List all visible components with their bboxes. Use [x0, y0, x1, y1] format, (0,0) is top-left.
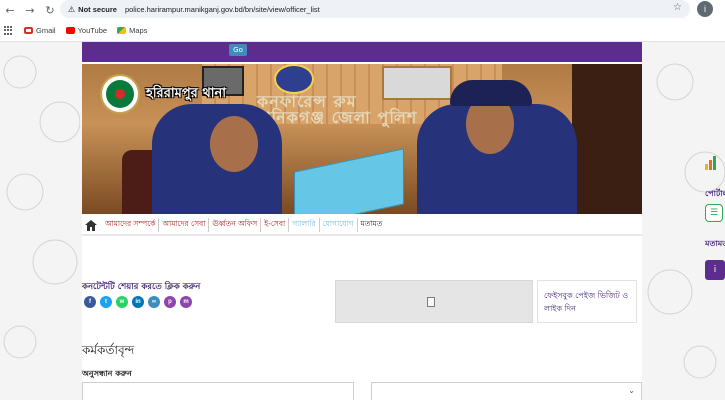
document-folder — [294, 148, 404, 214]
side-portal-label[interactable]: পোর্টাল — [705, 188, 725, 201]
share-title: কনটেন্টটি শেয়ার করতে ক্লিক করুন — [82, 282, 201, 292]
banner-sign-text: কনফারেন্স রুম মানিকগঞ্জ জেলা পুলিশ — [257, 92, 418, 127]
side-feedback-label[interactable]: মতামত — [705, 238, 725, 251]
profile-avatar[interactable]: i — [697, 1, 713, 17]
link-share-icon[interactable]: ∞ — [148, 296, 160, 308]
menu-item-higher-office[interactable]: ঊর্ধ্বতন অফিস — [209, 218, 262, 232]
police-crest — [274, 64, 314, 94]
chat-icon[interactable]: ☰ — [705, 204, 723, 222]
page-viewport: Go কনফারেন্স রুম মানিকগঞ্জ জেলা পুলিশ হর… — [0, 42, 725, 400]
home-icon[interactable] — [82, 216, 100, 234]
bookmarks-bar: Gmail YouTube Maps — [0, 20, 725, 42]
share-icons: f t w in ∞ p m — [84, 296, 196, 308]
facebook-page-embed[interactable] — [335, 280, 533, 323]
site-top-bar: Go — [82, 42, 642, 62]
print-share-icon[interactable]: p — [164, 296, 176, 308]
main-menu: আমাদের সম্পর্কে আমাদের সেবা ঊর্ধ্বতন অফি… — [82, 216, 642, 236]
youtube-icon — [65, 27, 75, 34]
bookmark-maps[interactable]: Maps — [117, 26, 147, 35]
info-icon[interactable]: i — [705, 260, 725, 280]
url-text[interactable]: police.harirampur.manikganj.gov.bd/bn/si… — [125, 5, 320, 14]
whatsapp-share-icon[interactable]: w — [116, 296, 128, 308]
bookmark-label: Maps — [129, 26, 148, 35]
reload-icon[interactable]: ↻ — [40, 0, 60, 20]
site-title: হরিরামপুর থানা — [146, 86, 227, 101]
facebook-share-icon[interactable]: f — [84, 296, 96, 308]
menu-item-services[interactable]: আমাদের সেবা — [159, 218, 210, 232]
site-banner: কনফারেন্স রুম মানিকগঞ্জ জেলা পুলিশ হরিরা… — [82, 64, 642, 214]
page-title: কর্মকর্তাবৃন্দ — [82, 343, 135, 357]
bookmark-star-icon[interactable]: ☆ — [673, 2, 682, 13]
menu-item-gallery[interactable]: গ্যালারি — [289, 218, 320, 232]
forward-icon[interactable]: → — [20, 0, 40, 20]
bookmark-gmail[interactable]: Gmail — [24, 26, 56, 35]
officer-cap — [450, 80, 532, 106]
warning-icon[interactable]: ⚠ — [68, 5, 75, 14]
security-label[interactable]: Not secure — [78, 5, 117, 14]
main-content: Go কনফারেন্স রুম মানিকগঞ্জ জেলা পুলিশ হর… — [82, 42, 642, 400]
government-logo[interactable] — [100, 74, 140, 114]
document-icon — [427, 297, 435, 307]
apps-grid-icon[interactable] — [4, 25, 14, 36]
filter-select[interactable]: ⌄ — [371, 382, 642, 400]
search-label: অনুসন্ধান করুন — [82, 369, 132, 378]
facebook-visit-link[interactable]: ফেইসবুক পেইজ ভিজিট ও লাইক দিন — [537, 280, 637, 323]
decorative-pattern-left — [3, 55, 80, 359]
menu-item-e-service[interactable]: ই-সেবা — [261, 218, 290, 232]
banner-wall-dark — [572, 64, 642, 214]
portal-bars-icon[interactable] — [705, 154, 725, 170]
bookmark-label: Gmail — [36, 26, 56, 35]
officer-head-left — [210, 116, 258, 172]
bookmark-youtube[interactable]: YouTube — [65, 26, 108, 35]
address-bar[interactable]: ⚠ Not secure police.harirampur.manikganj… — [60, 0, 690, 18]
bookmark-label: YouTube — [77, 26, 108, 35]
search-input[interactable] — [82, 382, 354, 400]
twitter-share-icon[interactable]: t — [100, 296, 112, 308]
linkedin-share-icon[interactable]: in — [132, 296, 144, 308]
gmail-icon — [24, 27, 33, 34]
browser-toolbar: ← → ↻ ⚠ Not secure police.harirampur.man… — [0, 0, 725, 20]
menu-item-feedback[interactable]: মতামত — [358, 218, 386, 232]
menu-item-about[interactable]: আমাদের সম্পর্কে — [102, 218, 160, 232]
chevron-down-icon: ⌄ — [628, 386, 635, 395]
back-icon[interactable]: ← — [0, 0, 20, 20]
maps-icon — [117, 27, 127, 34]
menu-item-contact[interactable]: যোগাযোগ — [320, 218, 358, 232]
messenger-share-icon[interactable]: m — [180, 296, 192, 308]
search-go-button[interactable]: Go — [229, 44, 247, 56]
